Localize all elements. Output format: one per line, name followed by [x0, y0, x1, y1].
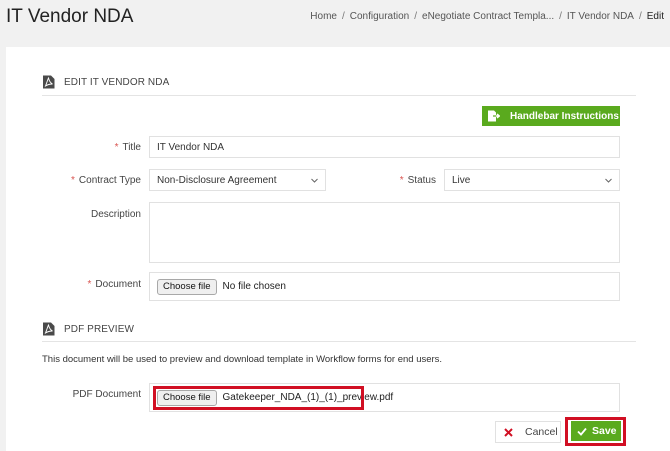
pdf-file-icon [43, 75, 55, 89]
chevron-down-icon [311, 178, 318, 183]
document-file-input[interactable]: Choose file No file chosen [149, 272, 620, 301]
breadcrumb-current: Edit [646, 11, 664, 22]
contract-type-label: * Contract Type [71, 175, 141, 186]
contract-type-select[interactable]: Non-Disclosure Agreement [149, 169, 326, 191]
breadcrumb-home[interactable]: Home [310, 11, 337, 22]
pdf-section-heading: PDF PREVIEW [42, 322, 134, 336]
save-button-highlight [565, 417, 626, 446]
status-label: * Status [399, 175, 436, 186]
document-label: * Document [87, 279, 141, 290]
breadcrumb-separator: / [638, 11, 642, 22]
divider [42, 95, 636, 96]
document-file-name: No file chosen [222, 281, 286, 292]
divider [42, 341, 636, 342]
pdf-document-label: PDF Document [72, 389, 141, 400]
breadcrumb-separator: / [341, 11, 345, 22]
title-label: * Title [114, 142, 141, 153]
breadcrumb: Home / Configuration / eNegotiate Contract… [310, 11, 664, 22]
breadcrumb-template[interactable]: IT Vendor NDA [567, 11, 634, 22]
cancel-button[interactable]: Cancel [495, 421, 561, 443]
top-bar: IT Vendor NDA Home / Configuration / eNego… [0, 0, 670, 35]
handlebar-instructions-label: Handlebar Instructions [510, 110, 619, 122]
breadcrumb-contract-templates[interactable]: eNegotiate Contract Templa... [422, 11, 554, 22]
edit-section-heading: EDIT IT VENDOR NDA [42, 75, 169, 89]
breadcrumb-separator: / [559, 11, 562, 22]
handlebar-instructions-button[interactable]: Handlebar Instructions [482, 106, 620, 126]
title-input[interactable]: IT Vendor NDA [149, 136, 620, 158]
file-export-icon [488, 110, 500, 122]
cancel-label: Cancel [525, 426, 558, 438]
breadcrumb-configuration[interactable]: Configuration [350, 11, 409, 22]
breadcrumb-separator: / [414, 11, 418, 22]
pdf-preview-note: This document will be used to preview an… [42, 354, 443, 365]
pdf-file-icon [43, 322, 55, 336]
pdf-file-highlight [153, 386, 364, 410]
document-choose-file-button[interactable]: Choose file [157, 278, 217, 295]
description-label: Description [90, 209, 141, 220]
edit-card: EDIT IT VENDOR NDA Handlebar Instruction… [6, 47, 670, 451]
pdf-section-title: PDF PREVIEW [64, 323, 134, 335]
description-textarea[interactable] [149, 202, 620, 263]
page-title: IT Vendor NDA [6, 6, 134, 27]
status-select[interactable]: Live [444, 169, 620, 191]
chevron-down-icon [605, 178, 612, 183]
edit-section-title: EDIT IT VENDOR NDA [64, 76, 170, 88]
close-icon [504, 427, 513, 437]
